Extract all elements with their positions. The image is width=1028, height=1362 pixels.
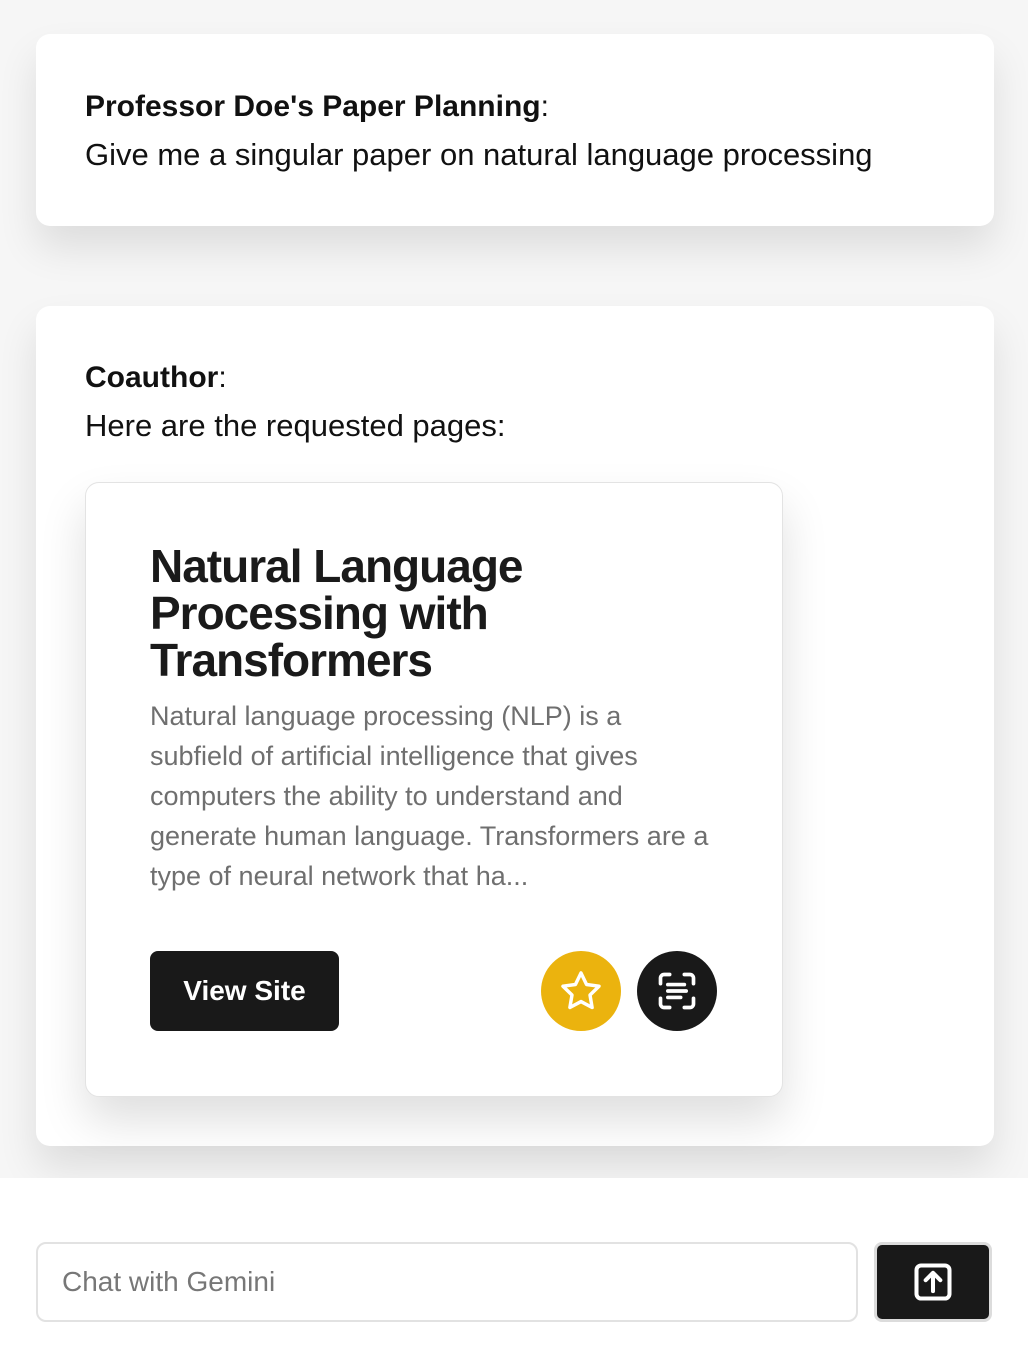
sender-name: Coauthor [85, 361, 219, 394]
message-header: Professor Doe's Paper Planning: [85, 87, 954, 127]
upload-arrow-icon [911, 1260, 955, 1304]
favorite-button[interactable] [541, 951, 621, 1031]
message-header: Coauthor: [85, 358, 954, 398]
composer-bar [0, 1178, 1028, 1362]
summary-button[interactable] [637, 951, 717, 1031]
user-message: Professor Doe's Paper Planning: Give me … [36, 34, 994, 226]
paper-card: Natural Language Processing with Transfo… [85, 482, 783, 1097]
view-site-button[interactable]: View Site [150, 951, 339, 1031]
paper-title: Natural Language Processing with Transfo… [150, 540, 524, 686]
message-text: Here are the requested pages: [85, 408, 506, 443]
scan-text-icon [655, 969, 699, 1013]
chat-input[interactable] [36, 1242, 858, 1322]
sender-name: Professor Doe's Paper Planning [85, 90, 541, 123]
send-button[interactable] [874, 1242, 992, 1322]
star-icon [558, 968, 604, 1014]
assistant-message: Coauthor: Here are the requested pages: … [36, 306, 994, 1146]
paper-abstract: Natural language processing (NLP) is a s… [150, 701, 709, 891]
chat-area: Professor Doe's Paper Planning: Give me … [0, 0, 1028, 1178]
message-text: Give me a singular paper on natural lang… [85, 137, 873, 172]
sender-separator: : [540, 90, 549, 123]
sender-separator: : [218, 361, 227, 394]
